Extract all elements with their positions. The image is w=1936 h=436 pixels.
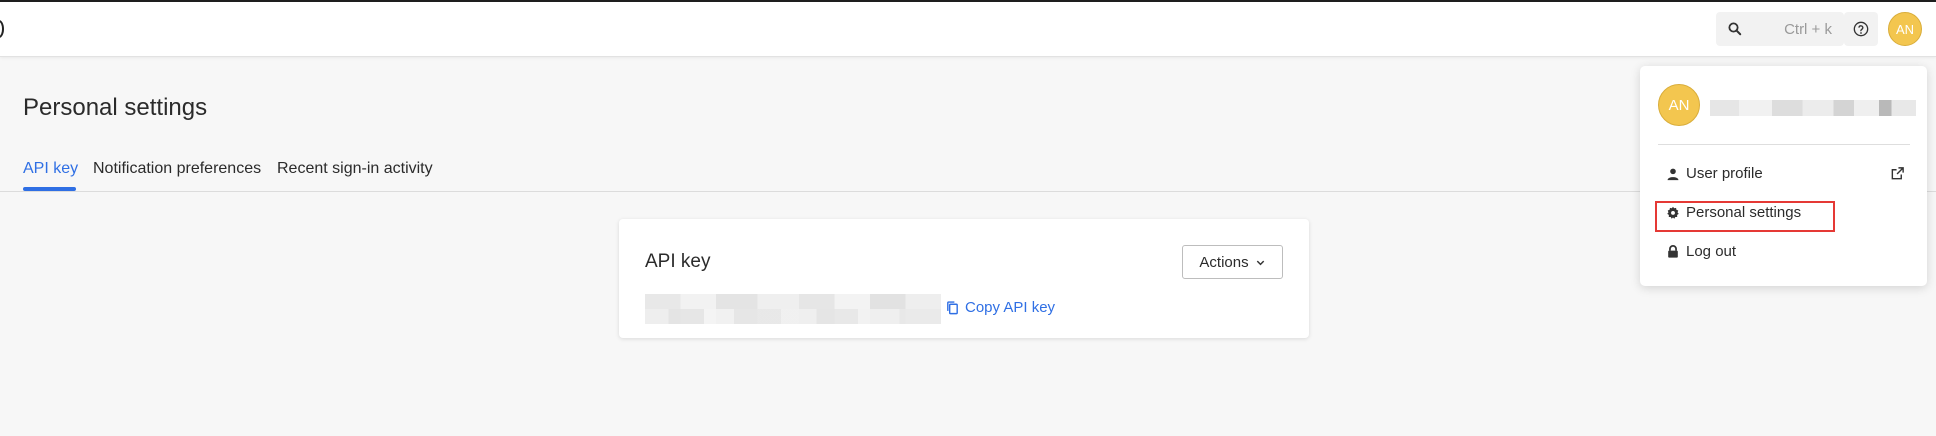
api-key-card: API key Actions Copy API key	[619, 219, 1309, 338]
menu-item-log-out[interactable]: Log out	[1666, 243, 1736, 260]
active-tab-indicator	[23, 187, 76, 191]
top-bar: Ctrl + k AN	[0, 2, 1936, 57]
page-title: Personal settings	[23, 94, 208, 121]
user-avatar-button[interactable]: AN	[1888, 12, 1922, 46]
person-icon	[1667, 168, 1679, 180]
copy-icon	[947, 300, 958, 314]
lock-icon	[1668, 245, 1678, 258]
menu-item-label: User profile	[1686, 165, 1763, 182]
tab-notification-preferences[interactable]: Notification preferences	[93, 160, 261, 178]
external-link-icon[interactable]	[1890, 166, 1905, 181]
copy-api-key-link[interactable]: Copy API key	[945, 299, 1055, 316]
menu-item-user-profile[interactable]: User profile	[1666, 165, 1763, 182]
tab-recent-sign-in-activity[interactable]: Recent sign-in activity	[277, 160, 433, 178]
user-name-redacted	[1710, 100, 1916, 116]
actions-button-label: Actions	[1199, 253, 1249, 271]
avatar: AN	[1658, 84, 1700, 126]
help-button[interactable]	[1844, 12, 1878, 46]
logo-icon[interactable]	[0, 20, 4, 38]
search-button[interactable]: Ctrl + k	[1716, 12, 1844, 46]
search-icon	[1728, 22, 1742, 36]
help-circle-icon	[1853, 21, 1869, 37]
api-key-value-redacted	[645, 294, 941, 324]
highlight-box	[1655, 201, 1835, 232]
search-shortcut-hint: Ctrl + k	[1784, 21, 1832, 38]
tab-api-key[interactable]: API key	[23, 160, 78, 178]
menu-divider	[1658, 144, 1910, 145]
menu-item-label: Log out	[1686, 243, 1737, 260]
user-menu-dropdown: AN User profile Personal settings Log ou…	[1640, 66, 1927, 286]
copy-api-key-label: Copy API key	[965, 299, 1056, 316]
actions-dropdown-button[interactable]: Actions	[1182, 245, 1283, 279]
chevron-down-icon	[1256, 260, 1264, 265]
api-key-card-title: API key	[645, 251, 711, 272]
